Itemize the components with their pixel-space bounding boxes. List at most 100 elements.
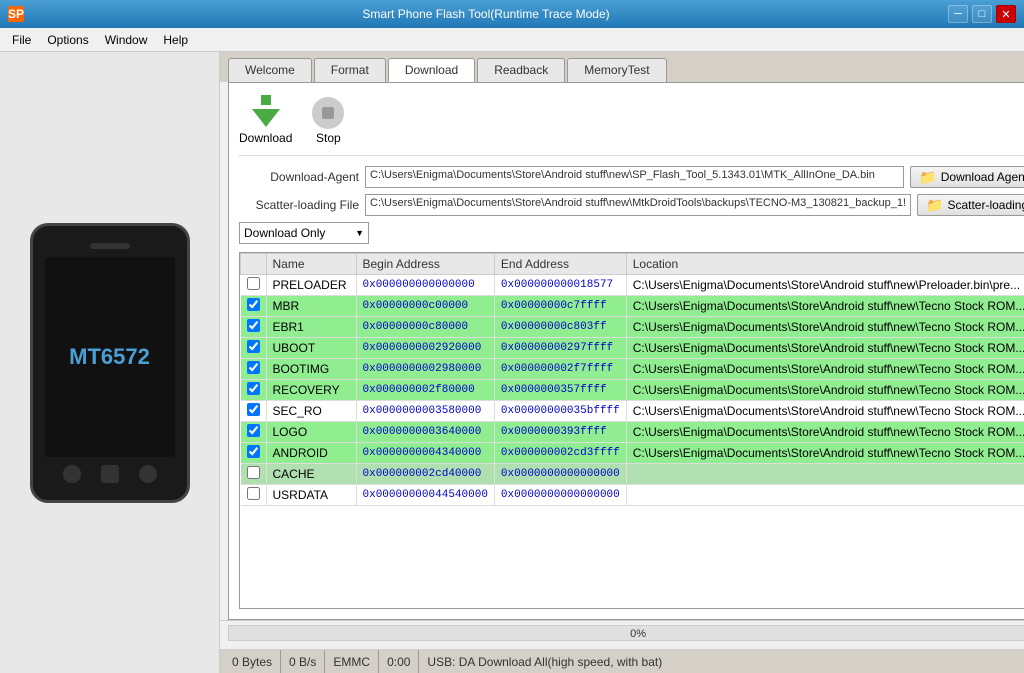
row-end: 0x00000000035bffff xyxy=(494,401,626,422)
row-name: UBOOT xyxy=(266,338,356,359)
download-button[interactable]: Download xyxy=(239,97,292,145)
row-checkbox-cell[interactable] xyxy=(241,485,267,506)
menu-help[interactable]: Help xyxy=(155,31,196,49)
download-agent-label: Download-Agent xyxy=(239,170,359,184)
row-checkbox-cell[interactable] xyxy=(241,443,267,464)
table-row: EBR1 0x00000000c80000 0x00000000c803ff C… xyxy=(241,317,1024,338)
row-checkbox[interactable] xyxy=(247,277,260,290)
row-begin: 0x0000000002980000 xyxy=(356,359,494,380)
row-location: C:\Users\Enigma\Documents\Store\Android … xyxy=(626,338,1024,359)
tab-readback[interactable]: Readback xyxy=(477,58,565,82)
row-location: C:\Users\Enigma\Documents\Store\Android … xyxy=(626,275,1024,296)
row-end: 0x000000002cd3ffff xyxy=(494,443,626,464)
row-checkbox[interactable] xyxy=(247,403,260,416)
arrow-head xyxy=(252,109,280,127)
menu-file[interactable]: File xyxy=(4,31,39,49)
col-header-name: Name xyxy=(266,254,356,275)
table-row: CACHE 0x000000002cd40000 0x0000000000000… xyxy=(241,464,1024,485)
row-name: MBR xyxy=(266,296,356,317)
row-checkbox-cell[interactable] xyxy=(241,380,267,401)
stop-button[interactable]: Stop xyxy=(312,97,344,145)
download-label: Download xyxy=(239,131,292,145)
row-checkbox[interactable] xyxy=(247,361,260,374)
download-icon xyxy=(250,97,282,129)
row-begin: 0x00000000c00000 xyxy=(356,296,494,317)
table-row: USRDATA 0x00000000044540000 0x0000000000… xyxy=(241,485,1024,506)
col-header-end: End Address xyxy=(494,254,626,275)
row-end: 0x0000000393ffff xyxy=(494,422,626,443)
row-checkbox[interactable] xyxy=(247,466,260,479)
content-area: Download Stop Download-Agent C:\Users\En… xyxy=(228,82,1024,620)
download-agent-button[interactable]: 📁 Download Agent xyxy=(910,166,1024,188)
titlebar: SP Smart Phone Flash Tool(Runtime Trace … xyxy=(0,0,1024,28)
row-checkbox-cell[interactable] xyxy=(241,317,267,338)
menu-window[interactable]: Window xyxy=(97,31,156,49)
phone-device: MT6572 xyxy=(30,223,190,503)
progress-label: 0% xyxy=(630,626,646,642)
row-begin: 0x0000000004340000 xyxy=(356,443,494,464)
close-button[interactable]: ✕ xyxy=(996,5,1016,23)
row-begin: 0x0000000003580000 xyxy=(356,401,494,422)
tab-download[interactable]: Download xyxy=(388,58,475,82)
row-checkbox[interactable] xyxy=(247,340,260,353)
partition-table-element: Name Begin Address End Address Location … xyxy=(240,253,1024,506)
row-checkbox[interactable] xyxy=(247,298,260,311)
row-checkbox[interactable] xyxy=(247,424,260,437)
scatter-folder-icon: 📁 xyxy=(926,197,943,214)
tab-bar: Welcome Format Download Readback MemoryT… xyxy=(220,52,1024,82)
stop-square xyxy=(322,107,334,119)
download-mode-dropdown[interactable]: Download Only ▼ xyxy=(239,222,369,244)
phone-brand-label: MT6572 xyxy=(69,344,150,370)
table-row: SEC_RO 0x0000000003580000 0x00000000035b… xyxy=(241,401,1024,422)
row-checkbox-cell[interactable] xyxy=(241,401,267,422)
row-location: C:\Users\Enigma\Documents\Store\Android … xyxy=(626,359,1024,380)
row-checkbox-cell[interactable] xyxy=(241,359,267,380)
toolbar: Download Stop xyxy=(239,93,1024,156)
scatter-input[interactable]: C:\Users\Enigma\Documents\Store\Android … xyxy=(365,194,911,216)
phone-back-btn xyxy=(63,465,81,483)
scatter-button[interactable]: 📁 Scatter-loading xyxy=(917,194,1024,216)
row-checkbox-cell[interactable] xyxy=(241,275,267,296)
row-checkbox-cell[interactable] xyxy=(241,422,267,443)
minimize-button[interactable]: ─ xyxy=(948,5,968,23)
row-begin: 0x00000000044540000 xyxy=(356,485,494,506)
row-checkbox[interactable] xyxy=(247,487,260,500)
scatter-label: Scatter-loading File xyxy=(239,198,359,212)
download-agent-row: Download-Agent C:\Users\Enigma\Documents… xyxy=(239,166,1024,188)
download-agent-input[interactable]: C:\Users\Enigma\Documents\Store\Android … xyxy=(365,166,904,188)
row-checkbox-cell[interactable] xyxy=(241,296,267,317)
status-time: 0:00 xyxy=(379,650,419,673)
dropdown-row: Download Only ▼ xyxy=(239,222,1024,244)
row-name: ANDROID xyxy=(266,443,356,464)
row-begin: 0x000000000000000 xyxy=(356,275,494,296)
row-end: 0x00000000c7ffff xyxy=(494,296,626,317)
row-name: BOOTIMG xyxy=(266,359,356,380)
row-begin: 0x000000002cd40000 xyxy=(356,464,494,485)
restore-button[interactable]: □ xyxy=(972,5,992,23)
phone-screen: MT6572 xyxy=(45,257,175,457)
menubar: File Options Window Help xyxy=(0,28,1024,52)
menu-options[interactable]: Options xyxy=(39,31,96,49)
row-name: SEC_RO xyxy=(266,401,356,422)
tab-memorytest[interactable]: MemoryTest xyxy=(567,58,666,82)
tab-format[interactable]: Format xyxy=(314,58,386,82)
phone-menu-btn xyxy=(139,465,157,483)
progress-area: 0% xyxy=(220,620,1024,649)
row-location: C:\Users\Enigma\Documents\Store\Android … xyxy=(626,443,1024,464)
table-row: MBR 0x00000000c00000 0x00000000c7ffff C:… xyxy=(241,296,1024,317)
phone-speaker xyxy=(90,243,130,249)
row-checkbox[interactable] xyxy=(247,445,260,458)
table-row: PRELOADER 0x000000000000000 0x0000000000… xyxy=(241,275,1024,296)
row-checkbox-cell[interactable] xyxy=(241,338,267,359)
table-row: UBOOT 0x0000000002920000 0x00000000297ff… xyxy=(241,338,1024,359)
row-begin: 0x000000002f80000 xyxy=(356,380,494,401)
row-begin: 0x0000000003640000 xyxy=(356,422,494,443)
row-checkbox-cell[interactable] xyxy=(241,464,267,485)
row-checkbox[interactable] xyxy=(247,319,260,332)
row-end: 0x0000000357ffff xyxy=(494,380,626,401)
phone-buttons xyxy=(63,465,157,483)
row-location: C:\Users\Enigma\Documents\Store\Android … xyxy=(626,380,1024,401)
row-checkbox[interactable] xyxy=(247,382,260,395)
col-header-begin: Begin Address xyxy=(356,254,494,275)
tab-welcome[interactable]: Welcome xyxy=(228,58,312,82)
